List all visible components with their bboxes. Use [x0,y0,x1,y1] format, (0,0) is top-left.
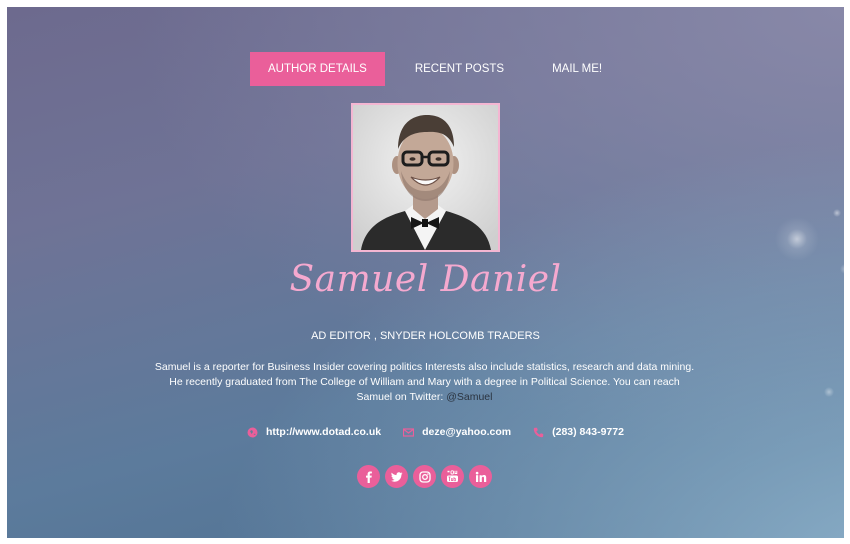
instagram-icon [418,470,431,483]
author-tabs: AUTHOR DETAILS RECENT POSTS MAIL ME! [250,52,620,86]
twitter-icon [390,471,402,482]
author-avatar [351,103,500,252]
instagram-button[interactable] [413,465,436,488]
twitter-button[interactable] [385,465,408,488]
email-link: deze@yahoo.com [422,426,512,438]
author-bio: Samuel is a reporter for Business Inside… [152,360,697,405]
website-link: http://www.dotad.co.uk [266,426,382,438]
contact-email[interactable]: deze@yahoo.com [403,426,511,438]
author-name: Samuel Daniel [289,259,562,300]
phone-number: (283) 843-9772 [552,426,624,438]
linkedin-icon [475,471,486,482]
author-card: AUTHOR DETAILS RECENT POSTS MAIL ME! Sam… [7,7,844,538]
linkedin-button[interactable] [469,465,492,488]
facebook-icon [365,471,372,483]
twitter-handle-link[interactable]: @Samuel [446,391,492,403]
tab-mail-me[interactable]: MAIL ME! [534,52,620,86]
author-job-title: AD EDITOR , SNYDER HOLCOMB TRADERS [311,330,540,342]
author-bio-text: Samuel is a reporter for Business Inside… [154,361,695,403]
tab-recent-posts[interactable]: RECENT POSTS [397,52,522,86]
phone-icon [533,427,544,438]
contact-phone[interactable]: (283) 843-9772 [533,426,624,438]
contact-info: http://www.dotad.co.uk deze@yahoo.com (2… [247,424,624,440]
youtube-button[interactable] [441,465,464,488]
envelope-icon [403,427,415,438]
youtube-icon [447,470,458,482]
globe-icon [247,427,258,438]
tab-author-details[interactable]: AUTHOR DETAILS [250,52,385,86]
facebook-button[interactable] [357,465,380,488]
social-links [357,465,492,488]
contact-website[interactable]: http://www.dotad.co.uk [247,426,381,438]
